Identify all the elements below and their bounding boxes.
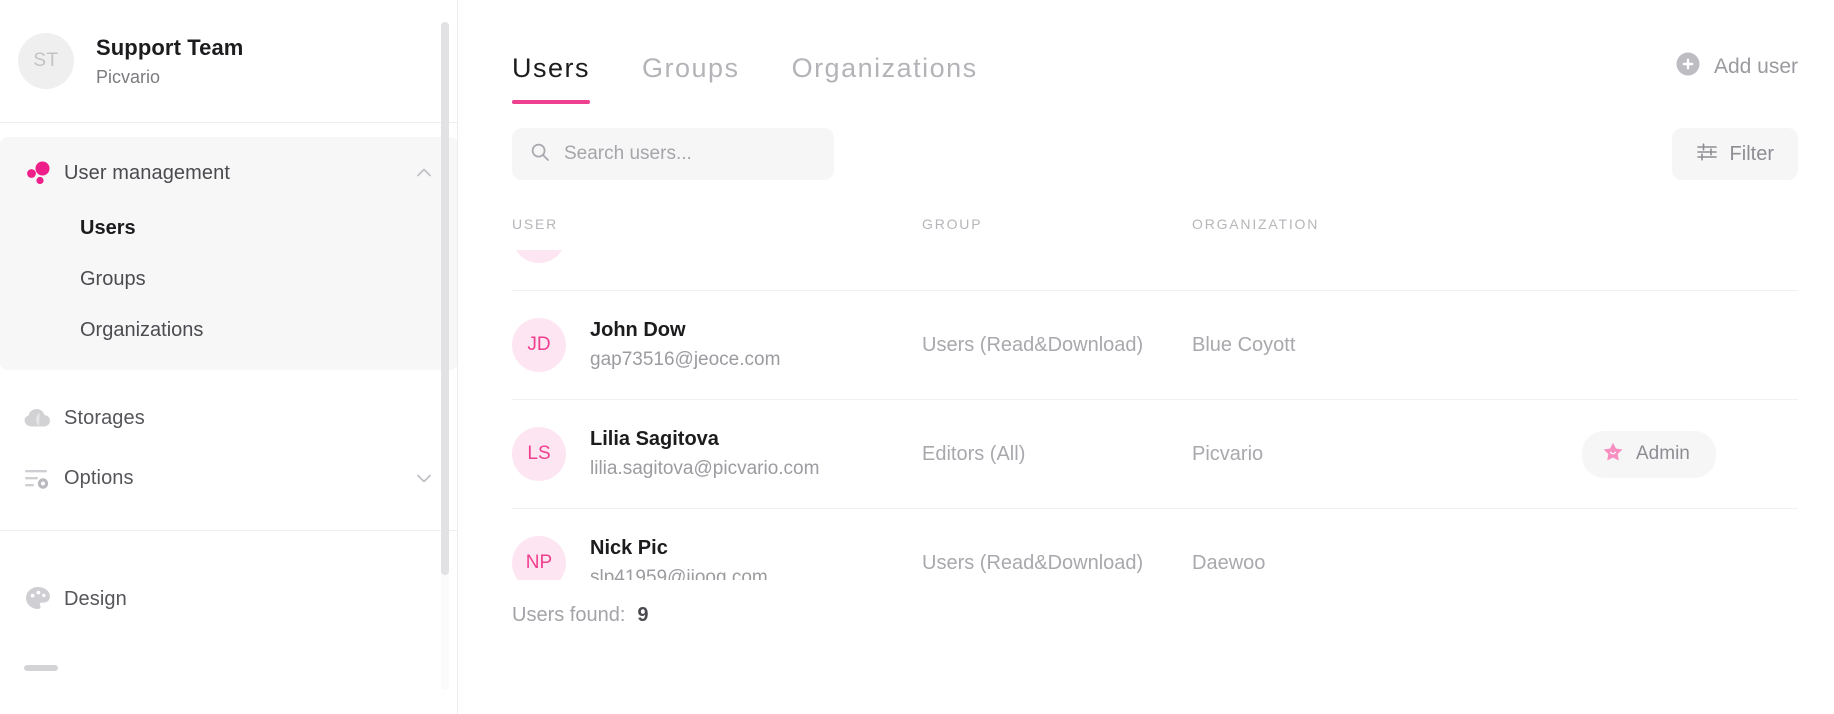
users-table: USER GROUP ORGANIZATION JD John Dow gap7… bbox=[490, 216, 1834, 580]
column-header-group: GROUP bbox=[922, 216, 983, 232]
user-text: Nick Pic slp41959@jiooq.com bbox=[590, 537, 768, 580]
status-badge-label: Admin bbox=[1636, 443, 1690, 464]
sidebar-item-label: Groups bbox=[80, 268, 146, 290]
divider bbox=[0, 122, 458, 123]
add-user-label: Add user bbox=[1713, 54, 1798, 78]
add-user-button[interactable]: Add user bbox=[1675, 51, 1798, 104]
column-header-organization: ORGANIZATION bbox=[1192, 216, 1320, 232]
workspace-title: Support Team bbox=[96, 34, 244, 60]
search-box[interactable] bbox=[512, 128, 834, 180]
column-header-role bbox=[1582, 216, 1798, 232]
user-name: Lilia Sagitova bbox=[590, 428, 719, 450]
tab-label: Users bbox=[512, 53, 591, 83]
sidebar-item-label: Options bbox=[64, 466, 134, 489]
plus-circle-icon bbox=[1675, 51, 1701, 82]
table-rows: JD John Dow gap73516@jeoce.com Users (Re… bbox=[512, 250, 1798, 580]
sidebar-item-label: Design bbox=[64, 587, 127, 610]
user-organization: Blue Coyott bbox=[1192, 333, 1296, 356]
users-found-count: 9 bbox=[637, 604, 649, 626]
user-group: Users (Read&Download) bbox=[922, 551, 1144, 574]
users-found-footer: Users found: 9 bbox=[490, 580, 1834, 627]
search-input[interactable] bbox=[564, 143, 794, 165]
user-email: lilia.sagitova@picvario.com bbox=[590, 458, 820, 479]
sidebar-scrollbar-thumb[interactable] bbox=[441, 22, 449, 575]
user-cell: JD John Dow gap73516@jeoce.com bbox=[512, 318, 922, 372]
sidebar-item-organizations[interactable]: Organizations bbox=[0, 305, 458, 356]
cloud-icon bbox=[24, 405, 64, 431]
table-row[interactable]: LS Lilia Sagitova lilia.sagitova@picvari… bbox=[512, 400, 1798, 509]
tab-label: Organizations bbox=[791, 53, 978, 83]
divider bbox=[0, 530, 458, 531]
column-header-user: USER bbox=[512, 216, 559, 232]
filter-button[interactable]: Filter bbox=[1671, 128, 1798, 180]
collapsed-item-placeholder bbox=[24, 665, 58, 671]
user-organization: Daewoo bbox=[1192, 551, 1266, 574]
user-role: Admin bbox=[1582, 430, 1798, 478]
search-icon bbox=[530, 142, 550, 167]
nav-group-user-management: User management Users Groups Organizatio… bbox=[0, 137, 458, 370]
avatar: NP bbox=[512, 536, 566, 580]
user-cell bbox=[512, 250, 922, 263]
star-icon bbox=[1602, 441, 1624, 468]
filter-label: Filter bbox=[1729, 142, 1774, 165]
user-cell: NP Nick Pic slp41959@jiooq.com bbox=[512, 536, 922, 580]
sidebar-item-design[interactable]: Design bbox=[0, 569, 458, 629]
workspace-subtitle: Picvario bbox=[96, 66, 161, 87]
toolbar: Filter bbox=[490, 104, 1834, 180]
avatar: JD bbox=[512, 318, 566, 372]
avatar bbox=[512, 250, 566, 263]
user-organization: Picvario bbox=[1192, 442, 1264, 465]
tab-groups[interactable]: Groups bbox=[642, 53, 740, 104]
chevron-up-icon[interactable] bbox=[414, 163, 434, 183]
sliders-gear-icon bbox=[24, 465, 64, 491]
sidebar-item-users[interactable]: Users bbox=[0, 203, 458, 254]
palette-icon bbox=[24, 585, 64, 613]
tab-bar: Users Groups Organizations Add user bbox=[490, 0, 1834, 104]
sidebar-item-user-management[interactable]: User management bbox=[0, 143, 458, 203]
tabs: Users Groups Organizations bbox=[512, 53, 978, 104]
sidebar-item-label: User management bbox=[64, 161, 231, 184]
filter-sliders-icon bbox=[1696, 141, 1718, 168]
table-rows-viewport[interactable]: JD John Dow gap73516@jeoce.com Users (Re… bbox=[512, 250, 1798, 580]
user-email: gap73516@jeoce.com bbox=[590, 349, 781, 370]
chevron-down-icon[interactable] bbox=[414, 468, 434, 488]
user-group: Editors (All) bbox=[922, 442, 1026, 465]
main-content: Users Groups Organizations Add user Sear… bbox=[458, 0, 1834, 714]
sidebar-item-storages[interactable]: Storages bbox=[0, 388, 458, 448]
tab-users[interactable]: Users bbox=[512, 53, 591, 104]
user-name: Nick Pic bbox=[590, 537, 668, 559]
user-text: John Dow gap73516@jeoce.com bbox=[590, 319, 780, 371]
status-badge: Admin bbox=[1582, 430, 1716, 478]
tab-organizations[interactable]: Organizations bbox=[792, 53, 978, 104]
workspace-text: Support Team Picvario bbox=[96, 35, 243, 88]
sidebar-item-label: Users bbox=[80, 217, 136, 239]
table-header-row: USER GROUP ORGANIZATION bbox=[512, 216, 1798, 250]
table-row[interactable]: JD John Dow gap73516@jeoce.com Users (Re… bbox=[512, 291, 1798, 400]
app-root: ST Support Team Picvario User management… bbox=[0, 0, 1834, 714]
sidebar-item-label: Storages bbox=[64, 406, 145, 429]
pink-dots-icon bbox=[24, 159, 64, 187]
user-email: slp41959@jiooq.com bbox=[590, 567, 768, 580]
sidebar-inner: ST Support Team Picvario User management… bbox=[0, 0, 458, 714]
sidebar-item-options[interactable]: Options bbox=[0, 448, 458, 508]
user-group: Users (Read&Download) bbox=[922, 333, 1144, 356]
tab-label: Groups bbox=[642, 53, 740, 83]
avatar: LS bbox=[512, 427, 566, 481]
user-name: John Dow bbox=[590, 319, 686, 341]
users-found-label: Users found: bbox=[512, 604, 626, 626]
user-text: Lilia Sagitova lilia.sagitova@picvario.c… bbox=[590, 428, 819, 480]
avatar: ST bbox=[18, 33, 74, 89]
sidebar: ST Support Team Picvario User management… bbox=[0, 0, 458, 714]
workspace-header[interactable]: ST Support Team Picvario bbox=[0, 0, 458, 122]
sidebar-item-label: Organizations bbox=[80, 319, 204, 341]
sidebar-item-groups[interactable]: Groups bbox=[0, 254, 458, 305]
user-cell: LS Lilia Sagitova lilia.sagitova@picvari… bbox=[512, 427, 922, 481]
table-row[interactable] bbox=[512, 250, 1798, 291]
table-row[interactable]: NP Nick Pic slp41959@jiooq.com Users (Re… bbox=[512, 509, 1798, 580]
